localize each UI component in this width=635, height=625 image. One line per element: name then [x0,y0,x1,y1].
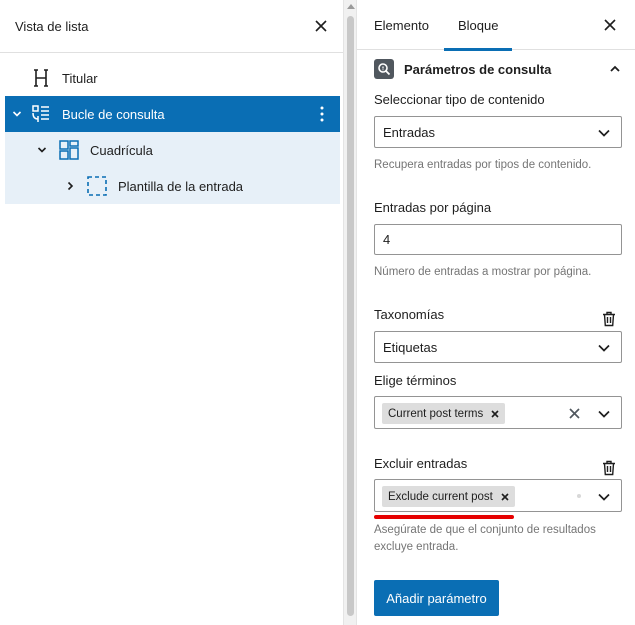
close-icon [315,20,327,32]
clear-terms-button[interactable] [567,406,581,420]
exclude-posts-token-field[interactable]: Exclude current post [374,479,622,512]
remove-taxonomies-button[interactable] [601,310,617,328]
remove-token-button[interactable] [501,492,509,501]
trash-icon [603,311,615,327]
chevron-down-icon[interactable] [35,143,49,157]
close-icon [568,407,580,419]
exclude-posts-help: Asegúrate de que el conjunto de resultad… [374,524,596,553]
remove-token-button[interactable] [491,409,499,418]
chevron-down-icon [598,344,610,352]
exclude-token-label: Exclude current post [388,490,493,503]
content-type-select[interactable]: Entradas [374,116,622,148]
content-type-help: Recupera entradas por tipos de contenido… [374,159,592,171]
red-underline-annotation [374,515,514,519]
chevron-up-icon [610,65,620,72]
tree-item-label: Cuadrícula [90,142,153,158]
post-template-icon [85,174,109,198]
grid-icon [57,138,81,162]
panel-collapse-button[interactable] [606,60,624,78]
tab-element[interactable]: Elemento [374,0,429,50]
close-icon [491,409,499,418]
chevron-right-icon[interactable] [63,179,77,193]
loading-dot [577,494,581,498]
scrollbar[interactable] [343,0,357,625]
add-parameter-button[interactable]: Añadir parámetro [374,580,499,616]
tree-item-query-loop[interactable]: Bucle de consulta [5,96,340,132]
tree-item-label: Plantilla de la entrada [118,178,244,194]
tree-item-grid[interactable]: Cuadrícula [5,132,340,168]
tree-item-label: Bucle de consulta [62,106,165,122]
content-type-label: Seleccionar tipo de contenido [374,92,545,107]
close-list-view-button[interactable] [309,14,333,38]
remove-exclude-button[interactable] [601,459,617,477]
exclude-token: Exclude current post [382,486,515,507]
list-view-panel: Vista de lista Titular Bucle de consulta [0,0,343,625]
chevron-down-icon[interactable] [597,490,611,504]
chevron-down-icon [598,129,610,137]
per-page-label: Entradas por página [374,200,492,215]
tree-item-heading[interactable]: Titular [5,60,340,96]
tree-item-label: Titular [62,70,98,86]
close-icon [501,492,509,501]
trash-icon [603,460,615,476]
query-search-icon [374,59,394,79]
list-view-header: Vista de lista [0,0,343,53]
heading-icon [29,66,53,90]
close-sidebar-button[interactable] [599,14,621,36]
list-view-title: Vista de lista [15,18,89,34]
chevron-down-icon[interactable] [597,407,611,421]
tree-item-post-template[interactable]: Plantilla de la entrada [5,168,340,204]
terms-label: Elige términos [374,373,457,388]
more-vertical-icon [320,106,324,122]
block-tree: Titular Bucle de consulta Cuadrícula Pla… [5,60,340,204]
scroll-up-arrow-icon[interactable] [347,4,355,9]
query-parameters-panel-header[interactable]: Parámetros de consulta [374,58,624,80]
chevron-down-icon[interactable] [10,107,24,121]
scrollbar-thumb[interactable] [347,16,354,616]
block-options-button[interactable] [312,104,332,124]
taxonomies-label: Taxonomías [374,307,445,322]
sidebar-tabs: Elemento Bloque [357,0,635,51]
per-page-input[interactable] [374,224,622,255]
close-icon [604,19,616,31]
terms-token-field[interactable]: Current post terms [374,396,622,429]
exclude-posts-label: Excluir entradas [374,456,468,471]
term-token-label: Current post terms [388,407,484,420]
term-token: Current post terms [382,403,506,424]
content-type-value: Entradas [383,124,436,140]
settings-sidebar: Elemento Bloque Parámetros de consulta S… [357,0,635,625]
query-loop-icon [29,102,53,126]
panel-title: Parámetros de consulta [404,61,552,77]
per-page-help: Número de entradas a mostrar por página. [374,266,592,278]
taxonomy-select[interactable]: Etiquetas [374,331,622,363]
tab-block[interactable]: Bloque [443,0,514,51]
taxonomy-value: Etiquetas [383,339,438,355]
